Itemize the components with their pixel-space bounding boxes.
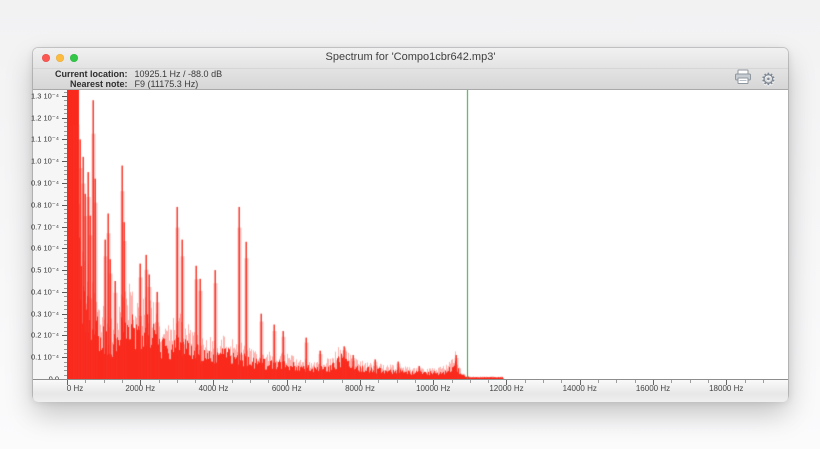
y-axis: 0.00.1 10⁻⁴0.2 10⁻⁴0.3 10⁻⁴0.4 10⁻⁴0.5 1…	[30, 90, 67, 384]
x-axis-tick	[305, 380, 307, 383]
x-axis-tick	[103, 380, 105, 383]
desktop-background: Spectrum for 'Compo1cbr642.mp3' Current …	[0, 0, 820, 449]
y-axis-label: 0.9 10⁻⁴	[30, 178, 59, 188]
y-axis-label: 0.8 10⁻⁴	[30, 200, 59, 210]
y-axis-label: 1.2 10⁻⁴	[30, 113, 59, 123]
x-axis-tick	[85, 380, 87, 383]
x-axis-label: 18000 Hz	[709, 384, 744, 393]
x-axis-tick	[488, 380, 490, 383]
x-axis-tick	[451, 380, 453, 383]
x-axis-tick	[378, 380, 380, 383]
zoom-button[interactable]	[70, 54, 78, 62]
x-axis-tick	[341, 380, 343, 383]
nearest-note-label: Nearest note:	[70, 78, 128, 89]
x-axis-tick	[469, 380, 471, 383]
y-axis-label: 0.4 10⁻⁴	[30, 287, 59, 297]
spectrum-window: Spectrum for 'Compo1cbr642.mp3' Current …	[30, 48, 788, 402]
x-axis-tick	[543, 380, 545, 383]
minimize-button[interactable]	[56, 54, 64, 62]
x-axis-tick	[268, 380, 270, 383]
x-axis-tick	[561, 380, 563, 383]
gear-icon[interactable]: ⚙	[761, 71, 776, 88]
plot-area[interactable]	[67, 90, 788, 379]
close-button[interactable]	[42, 54, 50, 62]
x-axis-tick	[689, 380, 691, 383]
x-axis-tick	[524, 380, 526, 383]
printer-icon[interactable]	[734, 69, 752, 90]
nearest-note-value: F9 (11175.3 Hz)	[134, 78, 199, 89]
y-axis-label: 0.1 10⁻⁴	[30, 352, 59, 362]
x-axis-tick	[158, 380, 160, 383]
x-axis-tick	[671, 380, 673, 383]
x-axis-tick	[707, 380, 709, 383]
y-axis-label: 0.3 10⁻⁴	[30, 309, 59, 319]
y-axis-label: 0.7 10⁻⁴	[30, 222, 59, 232]
x-axis-tick	[598, 380, 600, 383]
x-axis-tick	[396, 380, 398, 383]
window-title: Spectrum for 'Compo1cbr642.mp3'	[325, 51, 496, 63]
x-axis-tick	[634, 380, 636, 383]
x-axis-tick	[744, 380, 746, 383]
cursor-readout: Current location: 10925.1 Hz / -88.0 dB …	[55, 69, 222, 89]
x-axis-tick	[121, 380, 123, 383]
x-axis-label: 6000 Hz	[271, 384, 302, 393]
x-axis-label: 8000 Hz	[345, 384, 375, 393]
info-toolbar: Current location: 10925.1 Hz / -88.0 dB …	[33, 69, 788, 90]
y-axis-label: 1.1 10⁻⁴	[30, 134, 59, 144]
y-axis-label: 0.5 10⁻⁴	[30, 265, 59, 275]
y-axis-label: 0.6 10⁻⁴	[30, 243, 59, 253]
y-axis-label: 1.0 10⁻⁴	[30, 156, 59, 166]
spectrum-canvas[interactable]	[67, 90, 772, 379]
x-axis-tick	[323, 380, 325, 383]
x-axis: 0 Hz 2000 Hz 4000 Hz 6000 Hz 8000 Hz 10000 Hz…	[33, 379, 788, 394]
x-axis-tick	[414, 380, 416, 383]
x-axis-tick	[616, 380, 618, 383]
x-axis-label: 0 Hz	[66, 384, 84, 393]
titlebar[interactable]: Spectrum for 'Compo1cbr642.mp3'	[33, 48, 788, 69]
x-axis-tick	[195, 380, 197, 383]
x-axis-label: 10000 Hz	[416, 384, 451, 393]
x-axis-tick	[231, 380, 233, 383]
x-axis-label: 2000 Hz	[125, 384, 156, 393]
x-axis-label: 12000 Hz	[489, 384, 524, 393]
x-axis-tick	[762, 380, 764, 383]
y-axis-label: 1.3 10⁻⁴	[30, 91, 59, 101]
x-axis-tick	[250, 380, 252, 383]
window-footer	[33, 394, 788, 402]
x-axis-tick	[176, 380, 178, 383]
y-axis-label: 0.2 10⁻⁴	[30, 330, 59, 340]
spectrum-plot: 0.00.1 10⁻⁴0.2 10⁻⁴0.3 10⁻⁴0.4 10⁻⁴0.5 1…	[30, 90, 788, 384]
toolbar-icons: ⚙	[734, 69, 776, 89]
x-axis-label: 16000 Hz	[635, 384, 671, 393]
traffic-lights	[42, 54, 78, 62]
x-axis-label: 4000 Hz	[198, 384, 229, 393]
x-axis-label: 14000 Hz	[562, 384, 597, 393]
